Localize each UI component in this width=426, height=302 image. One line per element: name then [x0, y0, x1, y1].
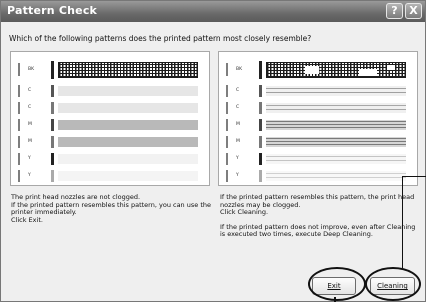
pattern-band-c1-clogged: [266, 86, 406, 96]
pattern-row-bk: BK: [11, 61, 211, 79]
nozzle-grid-bk: [58, 62, 198, 78]
row-label: M: [28, 139, 32, 144]
row-label: C: [236, 105, 240, 110]
pattern-row-y2: Y: [219, 170, 419, 182]
pattern-band-c2: [58, 103, 198, 113]
pattern-band-m2-clogged: [266, 137, 406, 147]
pattern-band-y2: [58, 171, 198, 181]
pattern-row-y1: Y: [219, 153, 419, 165]
row-label: C: [28, 105, 32, 110]
pattern-row-m1: M: [11, 119, 211, 131]
question-text: Which of the following patterns does the…: [9, 34, 312, 43]
nozzle-grid-bk-clogged: [266, 62, 406, 78]
pattern-band-y2-clogged: [266, 171, 406, 181]
help-button[interactable]: ?: [386, 3, 403, 19]
row-label: BK: [28, 67, 35, 72]
pattern-band-y1: [58, 154, 198, 164]
description-line: Click Cleaning.: [220, 208, 269, 216]
row-label: M: [28, 122, 32, 127]
row-label: M: [236, 139, 240, 144]
callout-pointer: [334, 297, 336, 302]
highlight-circle-cleaning: [365, 267, 421, 301]
pattern-row-y2: Y: [11, 170, 211, 182]
not-clogged-description: The print head nozzles are not clogged. …: [11, 193, 211, 224]
pattern-row-c2: C: [219, 102, 419, 114]
pattern-row-m2: M: [219, 136, 419, 148]
description-line: is executed two times, execute Deep Clea…: [220, 230, 373, 238]
pattern-band-m2: [58, 137, 198, 147]
row-label: M: [236, 122, 240, 127]
close-button[interactable]: X: [405, 3, 422, 19]
pattern-row-bk: BK: [219, 61, 419, 79]
row-label: BK: [236, 67, 243, 72]
pattern-band-m1-clogged: [266, 120, 406, 130]
pattern-band-m1: [58, 120, 198, 130]
row-label: C: [236, 88, 240, 93]
pattern-row-m2: M: [11, 136, 211, 148]
row-label: Y: [28, 173, 31, 178]
row-label: C: [28, 88, 32, 93]
pattern-row-c1: C: [11, 85, 211, 97]
title-bar: Pattern Check ? X: [1, 1, 425, 22]
pattern-row-m1: M: [219, 119, 419, 131]
window-title: Pattern Check: [7, 4, 98, 17]
clogged-description: If the printed pattern resembles this pa…: [220, 193, 415, 239]
pattern-row-y1: Y: [11, 153, 211, 165]
description-line: Click Exit.: [11, 215, 43, 224]
row-label: Y: [236, 173, 239, 178]
pattern-panel-not-clogged[interactable]: BK C C M M Y Y: [10, 51, 210, 186]
pattern-check-dialog: Pattern Check ? X Which of the following…: [0, 0, 426, 302]
pattern-panel-clogged[interactable]: BK C C M M Y Y: [218, 51, 418, 186]
pattern-band-y1-clogged: [266, 154, 406, 164]
row-label: Y: [236, 156, 239, 161]
pattern-row-c2: C: [11, 102, 211, 114]
callout-bracket: [402, 176, 426, 268]
highlight-circle-exit: [308, 267, 366, 301]
pattern-band-c1: [58, 86, 198, 96]
pattern-band-c2-clogged: [266, 103, 406, 113]
row-label: Y: [28, 156, 31, 161]
pattern-row-c1: C: [219, 85, 419, 97]
